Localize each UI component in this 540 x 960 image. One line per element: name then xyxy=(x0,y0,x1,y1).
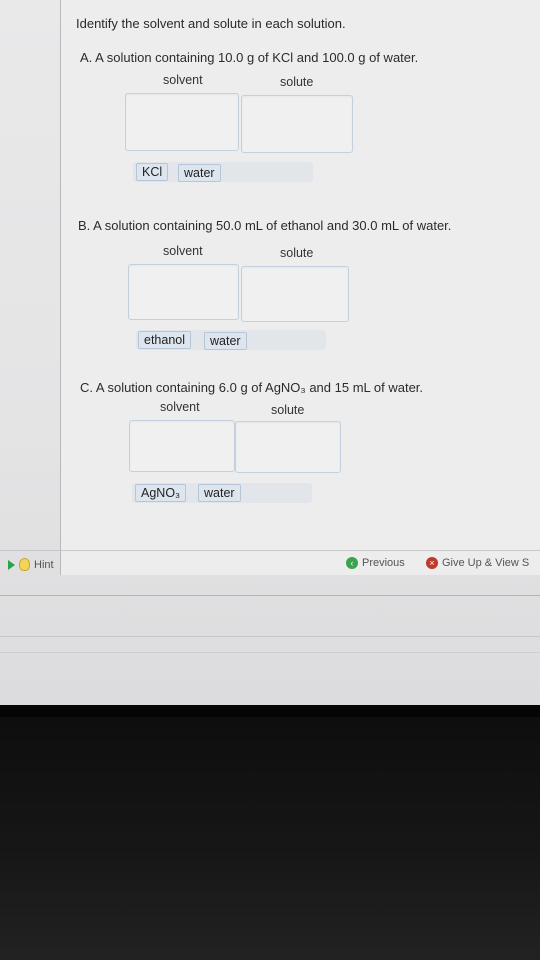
monitor-bezel-edge xyxy=(0,705,540,717)
solvent-drop-box[interactable] xyxy=(128,264,239,320)
give-up-button[interactable]: × Give Up & View S xyxy=(426,557,529,569)
solvent-label: solvent xyxy=(160,400,200,414)
hint-button[interactable]: Hint xyxy=(8,558,54,571)
give-up-label: Give Up & View S xyxy=(442,557,530,569)
divider-line xyxy=(0,595,540,596)
hint-label: Hint xyxy=(34,558,54,571)
previous-label: Previous xyxy=(362,557,405,569)
give-up-icon: × xyxy=(426,557,438,569)
question-text: C. A solution containing 6.0 g of AgNO₃ … xyxy=(80,380,424,395)
answer-chip-water[interactable]: water xyxy=(178,164,221,182)
expand-arrow-icon xyxy=(8,559,15,570)
answer-chip-ethanol[interactable]: ethanol xyxy=(138,331,192,349)
solute-drop-box[interactable] xyxy=(241,95,353,153)
solute-drop-box[interactable] xyxy=(235,421,341,473)
question-text: A. A solution containing 10.0 g of KCl a… xyxy=(80,50,419,65)
hint-bulb-icon xyxy=(19,558,30,571)
solute-drop-box[interactable] xyxy=(241,266,349,322)
solute-label: solute xyxy=(271,403,305,417)
answer-chip-kcl[interactable]: KCl xyxy=(136,163,169,181)
instructions: Identify the solvent and solute in each … xyxy=(76,16,346,31)
answer-chip-agno3[interactable]: AgNO₃ xyxy=(135,484,187,502)
solute-label: solute xyxy=(280,246,314,260)
solvent-drop-box[interactable] xyxy=(129,420,235,472)
divider-line xyxy=(0,636,540,637)
previous-arrow-icon: ‹ xyxy=(346,557,358,569)
previous-button[interactable]: ‹ Previous xyxy=(346,557,405,569)
solute-label: solute xyxy=(280,75,314,89)
question-text: B. A solution containing 50.0 mL of etha… xyxy=(78,218,452,233)
solvent-label: solvent xyxy=(163,244,203,258)
monitor-bezel xyxy=(0,705,540,960)
question-footer: Hint ‹ Previous × Give Up & View S xyxy=(0,550,540,577)
answer-chip-water[interactable]: water xyxy=(204,332,247,350)
screen: Identify the solvent and solute in each … xyxy=(0,0,540,705)
divider-line xyxy=(0,652,540,653)
answer-chip-water[interactable]: water xyxy=(198,484,241,502)
solvent-label: solvent xyxy=(163,73,203,87)
solvent-drop-box[interactable] xyxy=(125,93,239,151)
